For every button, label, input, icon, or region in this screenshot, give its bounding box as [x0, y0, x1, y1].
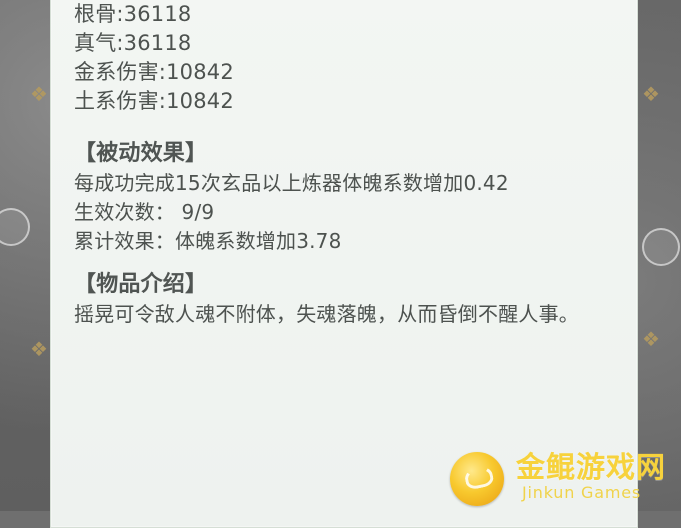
- site-watermark-subtitle: Jinkun Games: [522, 483, 642, 502]
- site-watermark: 金鲲游戏网 Jinkun Games: [450, 446, 680, 508]
- site-logo-icon: [450, 452, 504, 506]
- right-ornament-icon: ❖: [642, 82, 660, 106]
- left-ornament-icon: ❖: [30, 337, 48, 361]
- passive-effect-line: 生效次数： 9/9: [74, 200, 215, 224]
- passive-effect-title: 【被动效果】: [74, 141, 208, 166]
- item-description-title: 【物品介绍】: [74, 272, 208, 297]
- stat-root-bone: 根骨:36118: [74, 2, 192, 26]
- passive-effect-line: 每成功完成15次玄品以上炼器体魄系数增加0.42: [74, 171, 509, 195]
- right-ornament-icon: ❖: [642, 327, 660, 351]
- site-watermark-title: 金鲲游戏网: [516, 450, 667, 484]
- stat-list: 根骨:36118 真气:36118 金系伤害:10842 土系伤害:10842: [74, 0, 619, 116]
- left-ornament-icon: ❖: [30, 82, 48, 106]
- stat-metal-damage: 金系伤害:10842: [74, 60, 234, 84]
- stat-true-qi: 真气:36118: [74, 31, 192, 55]
- right-circle-button[interactable]: [642, 228, 680, 266]
- passive-effect-list: 每成功完成15次玄品以上炼器体魄系数增加0.42 生效次数： 9/9 累计效果：…: [74, 169, 619, 256]
- item-info-content: 根骨:36118 真气:36118 金系伤害:10842 土系伤害:10842 …: [74, 0, 619, 329]
- stat-earth-damage: 土系伤害:10842: [74, 89, 234, 113]
- passive-effect-line: 累计效果：体魄系数增加3.78: [74, 229, 342, 253]
- item-description-text: 摇晃可令敌人魂不附体，失魂落魄，从而昏倒不醒人事。: [74, 302, 579, 326]
